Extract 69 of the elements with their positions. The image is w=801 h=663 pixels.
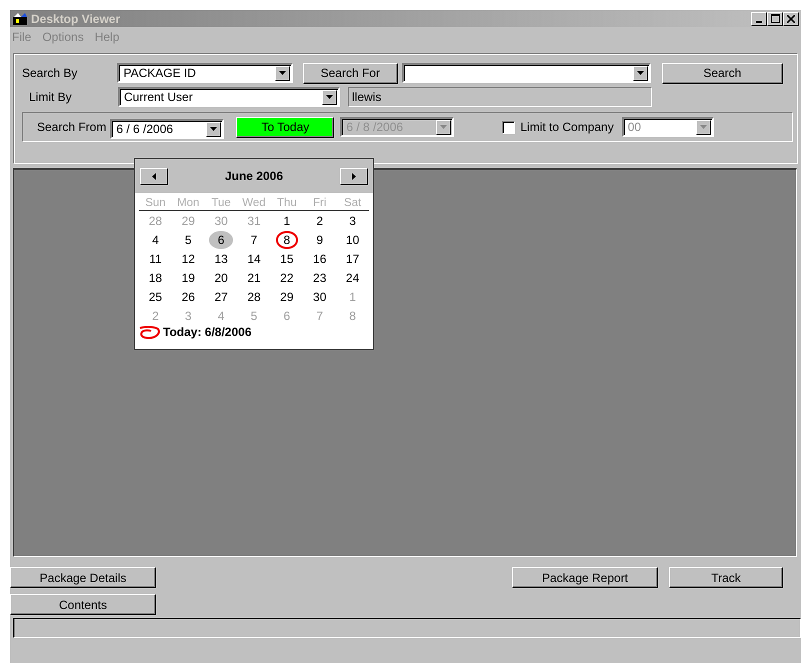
search-by-dropdown[interactable]: PACKAGE ID xyxy=(117,63,293,83)
calendar-day[interactable]: 6 xyxy=(208,230,234,248)
calendar-day[interactable]: 12 xyxy=(176,250,201,268)
calendar-day[interactable]: 13 xyxy=(208,250,234,268)
circle-mark-icon xyxy=(139,326,161,338)
weekday-label: Mon xyxy=(176,197,200,209)
calendar-day[interactable]: 19 xyxy=(176,268,201,286)
package-details-button[interactable]: Package Details xyxy=(10,567,156,588)
close-button[interactable] xyxy=(783,12,799,26)
calendar-day[interactable]: 27 xyxy=(208,288,234,306)
calendar-day[interactable]: 9 xyxy=(310,230,330,248)
calendar-day[interactable]: 30 xyxy=(307,288,332,306)
search-for-dropdown[interactable] xyxy=(402,63,651,83)
minimize-button[interactable] xyxy=(751,12,767,26)
weekday-label: Tue xyxy=(210,197,232,209)
calendar-day[interactable]: 29 xyxy=(274,288,300,306)
weekday-label: Fri xyxy=(312,197,328,209)
contents-button[interactable]: Contents xyxy=(10,594,156,615)
user-field: llewis xyxy=(348,87,652,107)
calendar-day[interactable]: 20 xyxy=(208,268,234,286)
limit-to-company-label: Limit to Company xyxy=(520,120,614,134)
calendar-day[interactable]: 16 xyxy=(307,250,332,268)
weekday-label: Thu xyxy=(276,197,298,209)
to-today-button[interactable]: To Today xyxy=(236,116,334,138)
weekday-label: Wed xyxy=(241,197,267,209)
month-title: June 2006 xyxy=(224,169,284,183)
weekday-label: Sat xyxy=(342,197,362,209)
limit-to-company-checkbox[interactable] xyxy=(502,120,516,134)
calendar-day[interactable]: 5 xyxy=(178,230,198,248)
calendar-day[interactable]: 22 xyxy=(274,268,300,286)
search-by-label: Search By xyxy=(21,66,78,80)
calendar-day[interactable]: 8 xyxy=(276,230,298,248)
calendar-day[interactable]: 4 xyxy=(146,230,165,248)
search-from-label: Search From xyxy=(37,120,106,134)
calendar-day[interactable]: 2 xyxy=(310,212,330,230)
package-report-button[interactable]: Package Report xyxy=(512,567,658,588)
weekday-label: Sun xyxy=(144,197,167,209)
minimize-icon xyxy=(756,20,762,22)
close-icon xyxy=(787,14,795,22)
search-button[interactable]: Search xyxy=(662,62,783,84)
calendar-day[interactable]: 25 xyxy=(142,288,168,306)
calendar-day[interactable]: 17 xyxy=(340,250,366,268)
track-button[interactable]: Track xyxy=(669,567,783,588)
limit-by-label: Limit By xyxy=(28,90,73,104)
calendar-day[interactable]: 1 xyxy=(278,212,296,230)
left-arrow-icon xyxy=(152,172,156,180)
calendar-day[interactable]: 24 xyxy=(340,268,366,286)
calendar-day[interactable]: 18 xyxy=(142,268,168,286)
calendar-day[interactable]: 21 xyxy=(241,268,267,286)
maximize-button[interactable] xyxy=(767,12,783,26)
next-month-button[interactable] xyxy=(340,168,368,184)
right-arrow-icon xyxy=(352,172,356,180)
previous-month-button[interactable] xyxy=(140,168,168,184)
calendar-day[interactable]: 14 xyxy=(241,250,267,268)
maximize-icon xyxy=(770,14,780,23)
calendar-day[interactable]: 23 xyxy=(307,268,332,286)
app-icon xyxy=(12,12,28,26)
calendar-day[interactable]: 28 xyxy=(241,288,267,306)
window-title: Desktop Viewer xyxy=(31,12,120,26)
calendar-day[interactable]: 11 xyxy=(143,250,168,268)
calendar-day[interactable]: 10 xyxy=(340,230,366,248)
calendar-day[interactable]: 3 xyxy=(343,212,362,230)
search-from-date-field[interactable]: 6 / 6 /2006 xyxy=(110,119,224,139)
search-for-button[interactable]: Search For xyxy=(302,62,398,84)
today-label: Today: 6/8/2006 xyxy=(163,325,252,339)
calendar-day[interactable]: 26 xyxy=(176,288,201,306)
calendar-day[interactable]: 15 xyxy=(274,250,300,268)
limit-by-dropdown[interactable]: Current User xyxy=(118,87,340,107)
calendar-day[interactable]: 7 xyxy=(244,230,264,248)
